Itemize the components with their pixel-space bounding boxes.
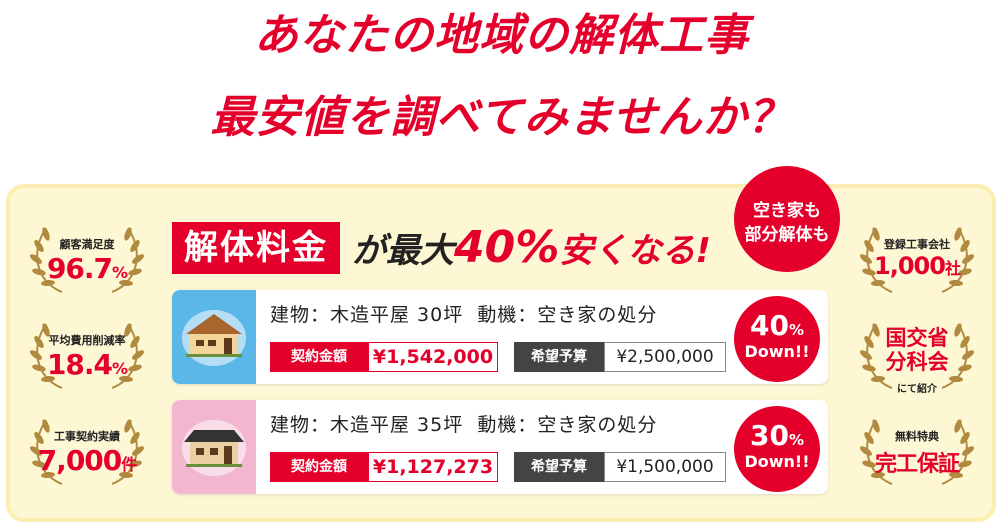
vacant-house-bubble: 空き家も 部分解体も <box>734 166 840 272</box>
badge-registered-companies: 登録工事会社 1,000社 <box>852 222 982 300</box>
contract-value: ¥1,127,273 <box>368 452 498 482</box>
badge-value: 7,000件 <box>37 444 138 477</box>
budget-label: 希望予算 <box>514 342 604 372</box>
badge-value-line2: 分科会 <box>885 350 949 374</box>
badge-value: 完工保証 <box>874 452 960 477</box>
house-icon <box>172 290 256 384</box>
budget-label: 希望予算 <box>514 452 604 482</box>
headline-text: の <box>524 10 569 61</box>
badge-value-line1: 国交省 <box>885 326 949 350</box>
building-info: 建物：木造平屋 30坪 動機：空き家の処分 <box>270 304 658 326</box>
badge-contracts: 工事契約実績 7,000件 <box>22 414 152 492</box>
building-info: 建物：木造平屋 35坪 動機：空き家の処分 <box>270 414 658 436</box>
badge-label: 平均費用削減率 <box>48 334 126 347</box>
badge-value: 18.4% <box>46 348 128 381</box>
promo-percent: 40% <box>454 222 560 273</box>
case-card-1: 建物：木造平屋 30坪 動機：空き家の処分 契約金額 ¥1,542,000 希望… <box>172 290 828 384</box>
demolition-fee-box: 解体料金 <box>172 222 340 274</box>
highlight-region: 地域 <box>434 6 524 74</box>
promo-text: が最大40%安くなる! <box>352 222 711 273</box>
highlight-demolition: 解体工事 <box>569 6 749 74</box>
contract-value: ¥1,542,000 <box>368 342 498 372</box>
budget-value: ¥1,500,000 <box>604 452 726 482</box>
badge-value: 1,000社 <box>874 252 961 280</box>
headline-text: を調べてみませんか？ <box>345 92 793 143</box>
badge-cost-reduction: 平均費用削減率 18.4% <box>22 318 152 396</box>
badge-sub: にて紹介 <box>897 384 937 395</box>
contract-label: 契約金額 <box>270 452 368 482</box>
headline-line-1: あなたの地域の解体工事 <box>0 6 1003 74</box>
badge-label: 工事契約実績 <box>54 430 120 443</box>
badge-label: 登録工事会社 <box>884 238 950 251</box>
down-badge-2: 30% Down!! <box>734 406 820 492</box>
badge-label: 顧客満足度 <box>59 238 115 251</box>
headline-line-2: 最安値を調べてみませんか？ <box>0 88 1003 156</box>
highlight-lowest-price: 最安値 <box>210 88 346 156</box>
badge-label: 無料特典 <box>895 430 939 443</box>
down-badge-1: 40% Down!! <box>734 296 820 382</box>
case-card-2: 建物：木造平屋 35坪 動機：空き家の処分 契約金額 ¥1,127,273 希望… <box>172 400 828 494</box>
badge-value: 96.7% <box>46 252 128 285</box>
budget-value: ¥2,500,000 <box>604 342 726 372</box>
contract-label: 契約金額 <box>270 342 368 372</box>
badge-free-warranty: 無料特典 完工保証 <box>852 414 982 492</box>
badge-satisfaction: 顧客満足度 96.7% <box>22 222 152 300</box>
headline-text: あなたの <box>254 10 434 61</box>
house-icon <box>172 400 256 494</box>
badge-mlit: 国交省 分科会 にて紹介 <box>852 318 982 396</box>
